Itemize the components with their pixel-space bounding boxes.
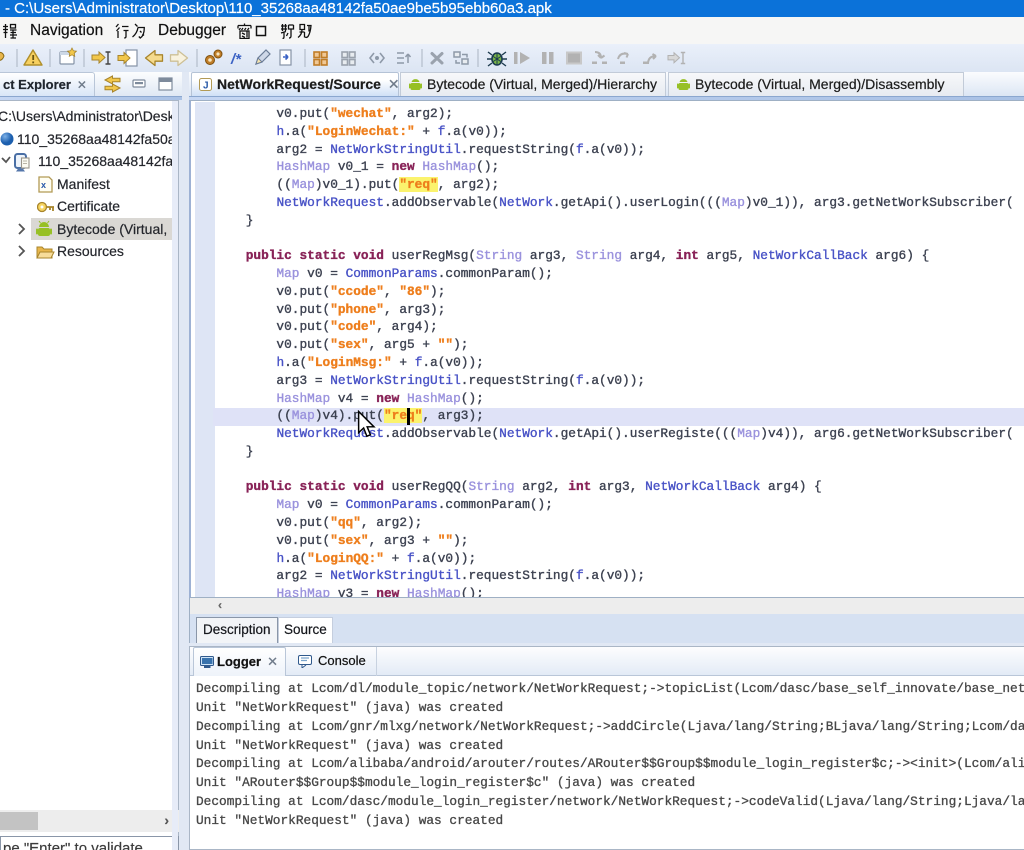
svg-text:x: x [41,180,46,190]
svg-text:J: J [203,81,209,92]
svg-text:/*: /* [230,51,242,68]
